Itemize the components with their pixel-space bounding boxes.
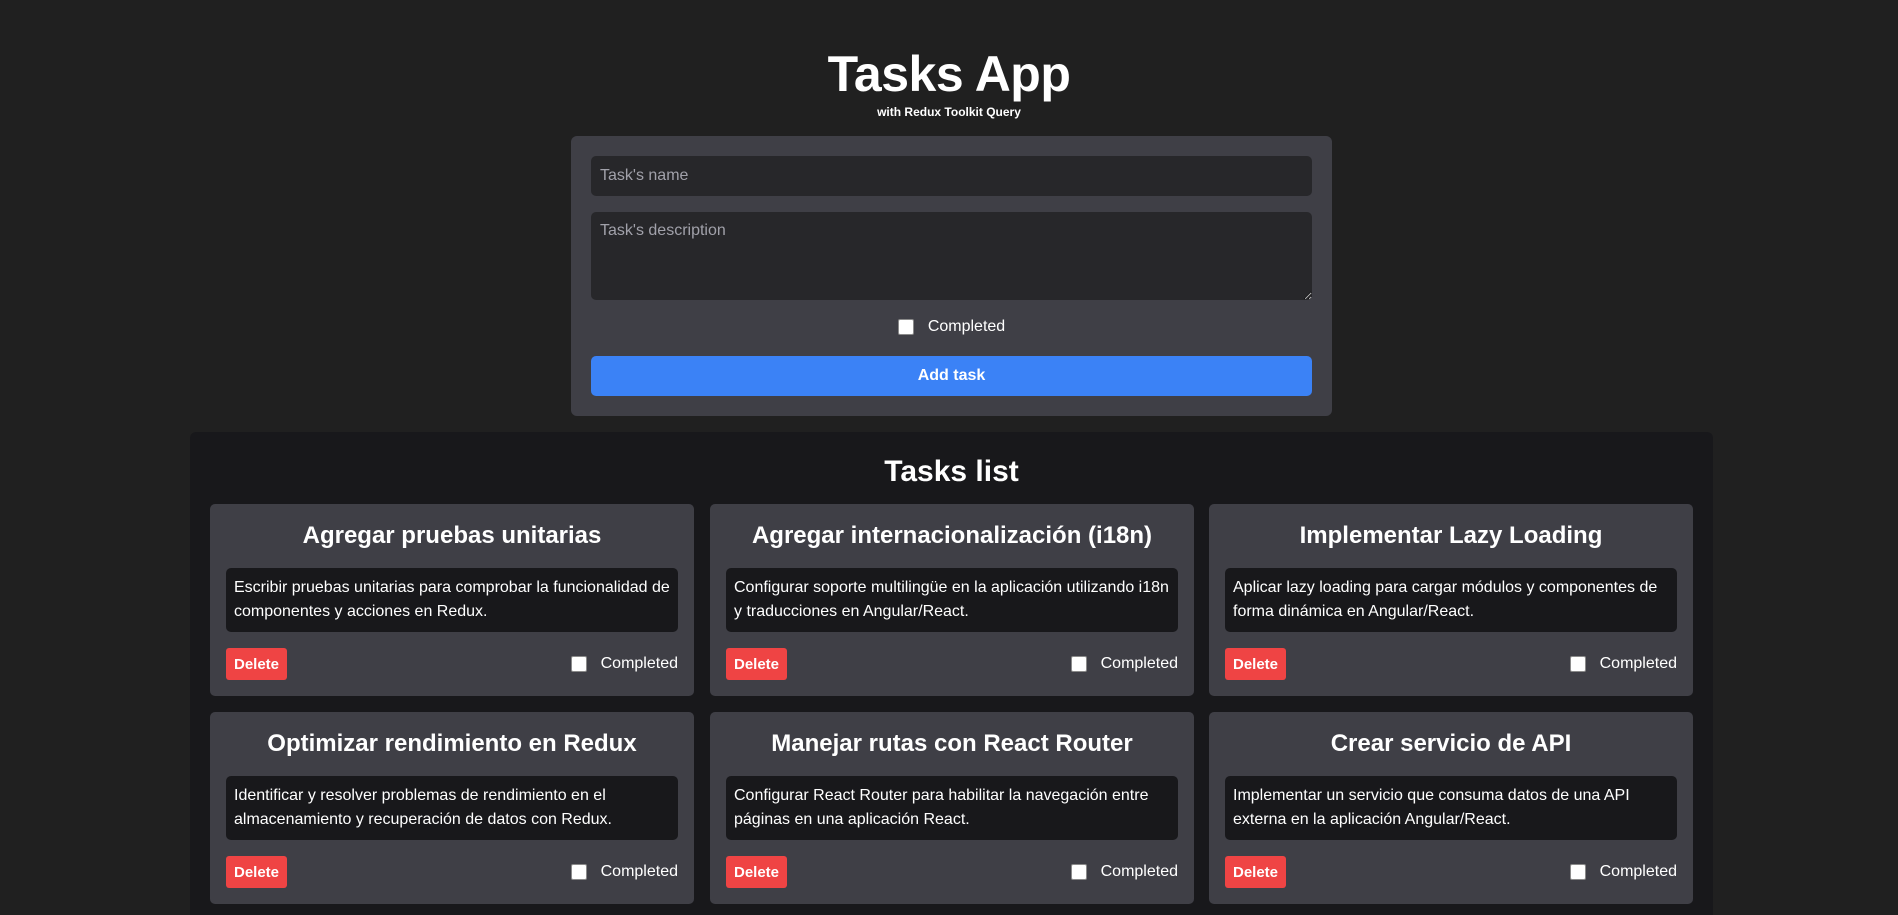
task-form: Completed Add task [571,136,1332,416]
form-completed-checkbox[interactable] [897,319,914,335]
task-completed-field: Completed [1569,856,1677,888]
task-card: Manejar rutas con React Router Configura… [710,712,1194,904]
task-completed-field: Completed [1070,648,1178,680]
task-card: Optimizar rendimiento en Redux Identific… [210,712,694,904]
task-description-input[interactable] [591,212,1312,300]
delete-task-button[interactable]: Delete [726,648,788,680]
task-description: Implementar un servicio que consuma dato… [1225,776,1677,840]
task-completed-label: Completed [1100,863,1178,880]
task-completed-label: Completed [1599,655,1677,672]
task-description: Escribir pruebas unitarias para comproba… [226,568,678,632]
task-completed-field: Completed [1070,856,1178,888]
task-completed-checkbox[interactable] [1070,864,1087,880]
task-completed-checkbox[interactable] [1569,864,1586,880]
delete-task-button[interactable]: Delete [726,856,788,888]
task-description: Identificar y resolver problemas de rend… [226,776,678,840]
task-completed-field: Completed [570,856,678,888]
task-completed-checkbox[interactable] [570,656,587,672]
task-completed-label: Completed [1599,863,1677,880]
form-completed-label: Completed [927,318,1006,335]
task-title: Optimizar rendimiento en Redux [267,730,637,757]
task-completed-label: Completed [1100,655,1178,672]
form-completed-field: Completed [571,318,1332,336]
task-card: Agregar pruebas unitarias Escribir prueb… [210,504,694,696]
task-completed-field: Completed [1569,648,1677,680]
app-subtitle: with Redux Toolkit Query [877,105,1021,119]
delete-task-button[interactable]: Delete [1225,856,1287,888]
task-card: Implementar Lazy Loading Aplicar lazy lo… [1209,504,1693,696]
task-completed-label: Completed [600,655,678,672]
task-description: Aplicar lazy loading para cargar módulos… [1225,568,1677,632]
task-name-input[interactable] [591,156,1312,196]
task-title: Agregar pruebas unitarias [302,522,602,549]
task-card: Agregar internacionalización (i18n) Conf… [710,504,1194,696]
task-completed-checkbox[interactable] [570,864,587,880]
task-title: Implementar Lazy Loading [1299,522,1603,549]
task-title: Crear servicio de API [1330,730,1572,757]
app-title: Tasks App [827,46,1071,102]
task-description: Configurar soporte multilingüe en la apl… [726,568,1178,632]
delete-task-button[interactable]: Delete [226,856,288,888]
task-title: Manejar rutas con React Router [771,730,1133,757]
delete-task-button[interactable]: Delete [226,648,288,680]
tasks-list-panel: Tasks list Agregar pruebas unitarias Esc… [190,432,1713,915]
task-completed-checkbox[interactable] [1070,656,1087,672]
add-task-button[interactable]: Add task [591,356,1312,396]
task-completed-field: Completed [570,648,678,680]
task-completed-label: Completed [600,863,678,880]
task-completed-checkbox[interactable] [1569,656,1586,672]
task-description: Configurar React Router para habilitar l… [726,776,1178,840]
task-title: Agregar internacionalización (i18n) [751,522,1153,549]
task-card: Crear servicio de API Implementar un ser… [1209,712,1693,904]
tasks-list-title: Tasks list [884,455,1019,488]
delete-task-button[interactable]: Delete [1225,648,1287,680]
